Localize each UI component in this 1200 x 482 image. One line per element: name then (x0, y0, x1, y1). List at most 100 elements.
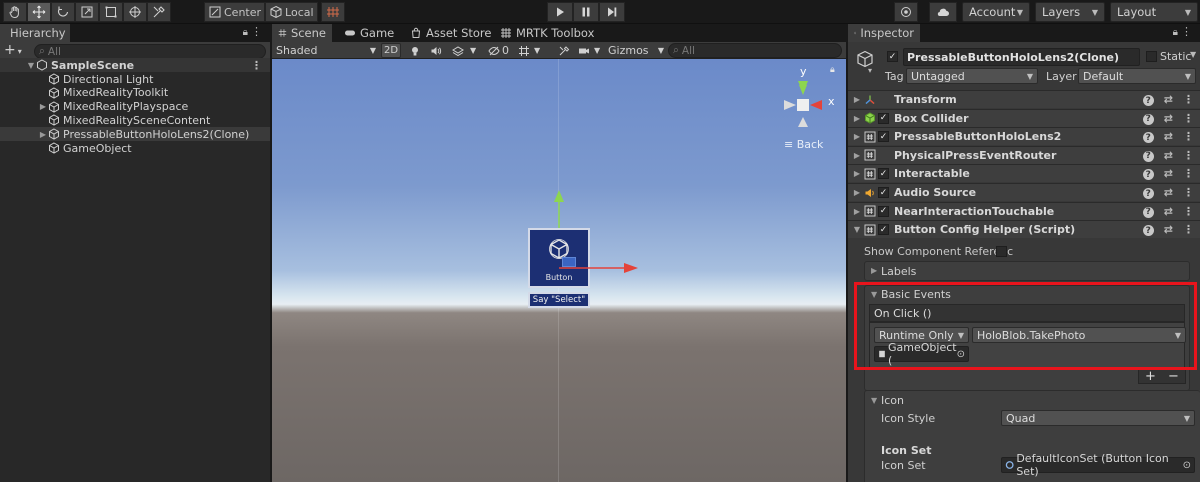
lock-icon[interactable]: 🔒︎ (243, 27, 248, 38)
object-picker-icon[interactable]: ⊙ (957, 349, 965, 360)
lock-icon[interactable]: 🔒︎ (1173, 27, 1178, 38)
chevron-down-icon[interactable]: ▾ (868, 66, 872, 75)
component-header[interactable]: ▶ PhysicalPressEventRouter? ⇄ ⋮ (848, 145, 1200, 164)
kebab-menu-icon[interactable]: ⋮ (1183, 167, 1194, 180)
component-header[interactable]: ▼ ✓ Button Config Helper (Script)? ⇄ ⋮ (848, 220, 1200, 239)
kebab-menu-icon[interactable]: ⋮ (1183, 93, 1194, 106)
component-enabled-checkbox[interactable]: ✓ (878, 187, 889, 198)
help-icon[interactable]: ? (1142, 113, 1154, 125)
foldout-arrow-icon[interactable]: ▼ (26, 61, 36, 70)
shading-mode-dropdown[interactable]: Shaded ▼ (276, 43, 376, 58)
move-tool-button[interactable] (27, 2, 51, 22)
preset-icon[interactable]: ⇄ (1164, 149, 1173, 162)
scene-search-input[interactable]: ⌕ All (668, 43, 842, 58)
foldout-arrow-icon[interactable]: ▶ (38, 130, 48, 139)
kebab-menu-icon[interactable]: ⋮ (1183, 223, 1194, 236)
preset-icon[interactable]: ⇄ (1164, 167, 1173, 180)
help-icon[interactable]: ? (1142, 95, 1154, 106)
active-checkbox[interactable]: ✓ (887, 51, 898, 62)
preset-icon[interactable]: ⇄ (1164, 223, 1173, 236)
account-dropdown[interactable]: Account ▼ (962, 2, 1030, 22)
scene-viewport[interactable]: y x 🔒︎ ≡ Back Button Say "Select" (272, 59, 846, 482)
tab-scene[interactable]: Scene (272, 24, 332, 42)
kebab-menu-icon[interactable]: ⋮ (1183, 186, 1194, 199)
component-enabled-checkbox[interactable]: ✓ (878, 168, 889, 180)
foldout-arrow-icon[interactable]: ▶ (851, 114, 863, 123)
icon-style-dropdown[interactable]: Quad ▼ (1001, 410, 1195, 426)
cloud-button[interactable] (929, 2, 957, 22)
tab-mrtk-toolbox[interactable]: MRTK Toolbox (494, 24, 600, 42)
scale-tool-button[interactable] (75, 2, 99, 22)
preset-icon[interactable]: ⇄ (1164, 93, 1173, 106)
foldout-arrow-icon[interactable]: ▶ (851, 188, 863, 197)
tab-asset-store[interactable]: Asset Store (404, 24, 498, 42)
button-preview[interactable]: Button (528, 228, 590, 288)
hidden-objects-toggle[interactable]: 0 (488, 43, 509, 58)
effects-toggle[interactable]: ▼ (452, 43, 476, 58)
grid-visibility-toggle[interactable]: ▼ (518, 43, 540, 58)
foldout-arrow-icon[interactable]: ▶ (851, 207, 863, 216)
help-icon[interactable]: ? (1142, 188, 1154, 199)
labels-section[interactable]: ▶ Labels (864, 261, 1190, 281)
2d-toggle-button[interactable]: 2D (381, 43, 401, 58)
preset-icon[interactable]: ⇄ (1164, 130, 1173, 143)
add-listener-button[interactable]: + (1145, 369, 1156, 384)
play-button[interactable] (547, 2, 573, 22)
target-object-field[interactable]: GameObject ( ⊙ (874, 341, 969, 367)
layout-dropdown[interactable]: Layout ▼ (1110, 2, 1198, 22)
custom-tool-button[interactable] (147, 2, 171, 22)
transform-tool-button[interactable] (123, 2, 147, 22)
help-icon[interactable]: ? (1142, 132, 1154, 144)
preset-icon[interactable]: ⇄ (1164, 186, 1173, 199)
component-enabled-checkbox[interactable]: ✓ (878, 131, 889, 143)
view-back-label[interactable]: ≡ Back (784, 138, 823, 151)
icon-set-field[interactable]: DefaultIconSet (Button Icon Set) ⊙ (1001, 452, 1195, 478)
object-picker-icon[interactable]: ⊙ (1183, 460, 1191, 471)
tab-game[interactable]: Game (338, 24, 400, 42)
rect-tool-button[interactable] (99, 2, 123, 22)
hierarchy-item[interactable]: GameObject (0, 141, 270, 155)
hierarchy-item[interactable]: ▶ MixedRealityPlayspace (0, 100, 270, 114)
component-header[interactable]: ▶ Transform? ⇄ ⋮ (848, 90, 1200, 108)
component-enabled-checkbox[interactable]: ✓ (878, 205, 889, 217)
help-icon[interactable]: ? (1142, 150, 1154, 162)
foldout-arrow-icon[interactable]: ▶ (871, 266, 877, 275)
component-header[interactable]: ▶ ✓ Interactable? ⇄ ⋮ (848, 164, 1200, 183)
hierarchy-item[interactable]: MixedRealitySceneContent (0, 113, 270, 127)
grid-snap-button[interactable] (321, 2, 345, 22)
lighting-toggle[interactable] (409, 43, 421, 58)
object-name-field[interactable]: PressableButtonHoloLens2(Clone) (903, 48, 1140, 66)
foldout-arrow-icon[interactable]: ▼ (871, 290, 877, 299)
rotate-tool-button[interactable] (51, 2, 75, 22)
foldout-arrow-icon[interactable]: ▼ (851, 225, 863, 234)
help-icon[interactable]: ? (1142, 169, 1154, 181)
audio-toggle[interactable] (430, 43, 442, 58)
kebab-menu-icon[interactable]: ⋮ (1183, 205, 1194, 218)
foldout-arrow-icon[interactable]: ▼ (871, 396, 877, 405)
create-button[interactable]: + ▾ (4, 42, 22, 58)
component-header[interactable]: ▶ ✓ Audio Source? ⇄ ⋮ (848, 183, 1200, 201)
chevron-down-icon[interactable]: ▼ (1190, 50, 1196, 59)
component-enabled-checkbox[interactable]: ✓ (878, 224, 889, 236)
component-header[interactable]: ▶ ✓ Box Collider? ⇄ ⋮ (848, 108, 1200, 127)
move-handle-x[interactable] (559, 262, 639, 274)
pivot-local-button[interactable]: Local (265, 2, 318, 22)
kebab-menu-icon[interactable]: ⋮ (251, 59, 262, 72)
tag-dropdown[interactable]: Untagged ▼ (906, 68, 1038, 84)
foldout-arrow-icon[interactable]: ▶ (851, 132, 863, 141)
layer-dropdown[interactable]: Default ▼ (1078, 68, 1196, 84)
kebab-menu-icon[interactable]: ⋮ (251, 25, 262, 38)
hierarchy-item[interactable]: Directional Light (0, 72, 270, 86)
orientation-gizmo[interactable] (776, 65, 846, 149)
function-dropdown[interactable]: HoloBlob.TakePhoto ▼ (972, 327, 1186, 343)
step-button[interactable] (599, 2, 625, 22)
hierarchy-item[interactable]: MixedRealityToolkit (0, 86, 270, 100)
component-header[interactable]: ▶ ✓ NearInteractionTouchable? ⇄ ⋮ (848, 201, 1200, 220)
foldout-arrow-icon[interactable]: ▶ (851, 169, 863, 178)
hierarchy-item[interactable]: ▶ PressableButtonHoloLens2(Clone) (0, 127, 270, 142)
collab-button[interactable] (894, 2, 918, 22)
show-component-ref-checkbox[interactable] (996, 246, 1007, 257)
foldout-arrow-icon[interactable]: ▶ (851, 95, 863, 104)
gizmos-dropdown[interactable]: Gizmos ▼ (608, 43, 664, 58)
component-header[interactable]: ▶ ✓ PressableButtonHoloLens2? ⇄ ⋮ (848, 127, 1200, 146)
